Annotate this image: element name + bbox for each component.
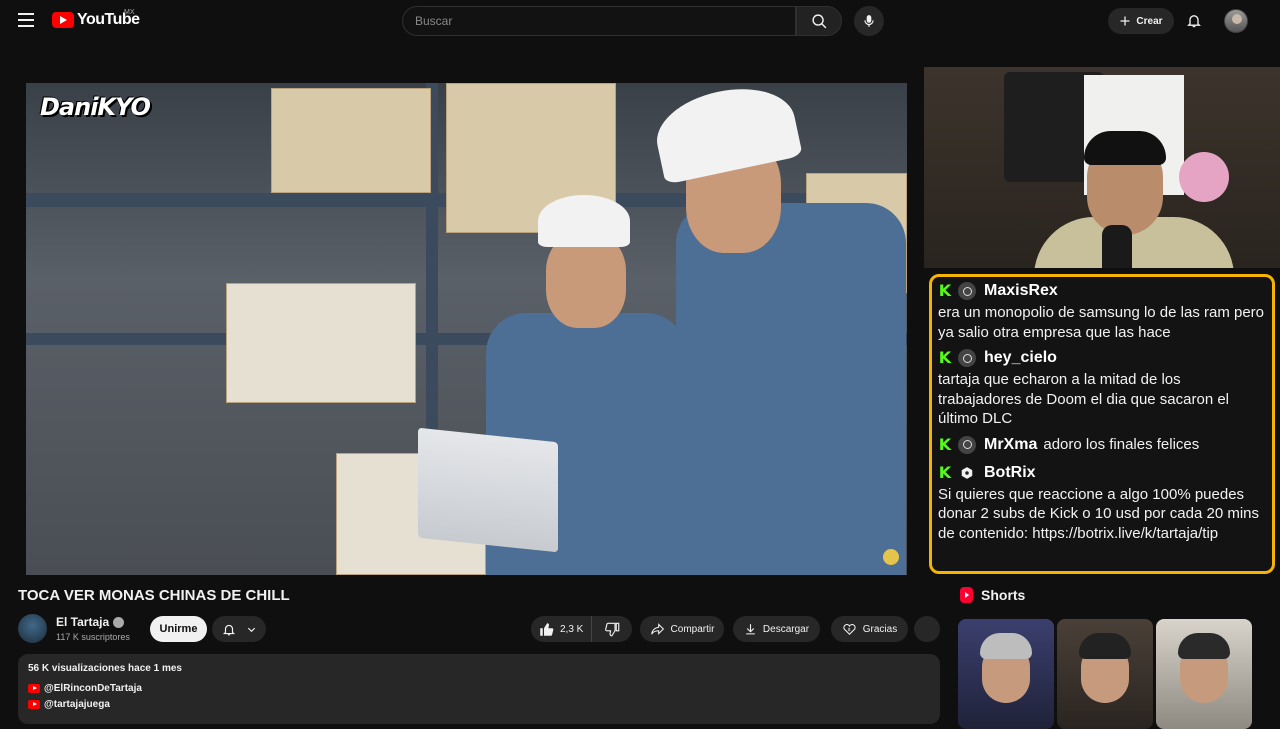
streamer-microphone <box>1102 225 1132 268</box>
search-box <box>402 6 796 36</box>
country-code: MX <box>124 9 135 16</box>
channel-mention[interactable]: @tartajajuega <box>44 699 110 710</box>
share-button[interactable]: Compartir <box>640 616 724 642</box>
worker-right <box>676 203 906 575</box>
description-link[interactable]: @ElRinconDeTartaja <box>28 683 930 694</box>
video-player[interactable]: DaniKYO <box>26 83 907 575</box>
video-title: TOCA VER MONAS CHINAS DE CHILL <box>18 587 290 604</box>
subscription-notifications-button[interactable] <box>212 616 266 642</box>
chevron-down-icon <box>247 627 255 632</box>
short-thumbnail[interactable] <box>1057 619 1153 729</box>
warehouse-boxes <box>226 283 416 403</box>
thumbs-down-icon <box>604 622 619 636</box>
shorts-icon <box>960 587 973 603</box>
view-count-date: 56 K visualizaciones hace 1 mes <box>28 663 182 674</box>
share-icon <box>650 623 664 635</box>
short-thumbnail[interactable] <box>958 619 1054 729</box>
dislike-button[interactable] <box>592 622 632 637</box>
download-label: Descargar <box>762 623 810 635</box>
worker-left-face <box>546 233 626 328</box>
thanks-button[interactable]: $ Gracias <box>831 616 908 642</box>
kick-icon: K <box>938 462 952 482</box>
stream-chat-overlay: K MaxisRex era un monopolio de samsung l… <box>929 274 1275 574</box>
search-button[interactable] <box>796 6 842 36</box>
subscriber-count: 117 K suscriptores <box>56 632 130 642</box>
join-button[interactable]: Unirme <box>150 616 207 642</box>
bell-icon <box>1187 14 1201 27</box>
plush-toy <box>1179 152 1229 202</box>
plus-icon <box>1120 16 1130 26</box>
chat-text: era un monopolio de samsung lo de las ra… <box>938 304 1265 341</box>
download-icon <box>746 624 755 635</box>
user-icon <box>958 435 976 454</box>
short-hair <box>1178 633 1230 659</box>
search-input[interactable] <box>403 7 795 35</box>
channel-watermark: DaniKYO <box>40 93 151 121</box>
search-icon <box>811 13 826 28</box>
youtube-play-icon <box>52 12 74 28</box>
verified-icon <box>113 616 125 628</box>
more-actions-button[interactable] <box>914 616 940 642</box>
channel-avatar[interactable] <box>18 614 47 643</box>
microphone-icon <box>864 15 874 27</box>
kick-icon: K <box>938 281 952 300</box>
like-dislike-group: 2,3 K <box>531 616 632 642</box>
streamer-headphones <box>1084 131 1166 165</box>
chat-username: MrXma <box>984 435 1038 453</box>
shorts-title: Shorts <box>981 587 1026 603</box>
create-button[interactable]: Crear <box>1108 8 1174 34</box>
chat-message: K hey_cielo tartaja que echaron a la mit… <box>938 346 1266 429</box>
kick-icon: K <box>938 434 952 454</box>
short-hair <box>980 633 1032 659</box>
bell-icon <box>222 624 235 635</box>
player-corner-icon <box>883 549 899 565</box>
svg-text:$: $ <box>848 627 851 632</box>
thumbs-up-icon <box>540 622 554 636</box>
top-bar: YouTube MX Crear <box>0 0 1280 42</box>
channel-name-row[interactable]: El Tartaja <box>56 615 125 629</box>
voice-search-button[interactable] <box>854 6 884 36</box>
notifications-button[interactable] <box>1184 10 1204 30</box>
user-icon <box>958 349 976 367</box>
kick-icon: K <box>938 348 952 367</box>
download-button[interactable]: Descargar <box>733 616 820 642</box>
chat-text: adoro los finales felices <box>1043 436 1200 453</box>
super-thanks-icon: $ <box>843 624 856 635</box>
user-icon <box>958 282 976 300</box>
thanks-label: Gracias <box>862 623 898 635</box>
create-label: Crear <box>1136 15 1163 27</box>
youtube-icon <box>28 684 40 693</box>
channel-mention[interactable]: @ElRinconDeTartaja <box>44 683 142 694</box>
youtube-icon <box>28 700 40 709</box>
bot-icon <box>958 464 976 482</box>
chat-message: K MrXma adoro los finales felices <box>938 433 1266 457</box>
shorts-heading: Shorts <box>960 587 1025 603</box>
streamer-webcam <box>924 67 1280 268</box>
like-button[interactable]: 2,3 K <box>531 616 592 642</box>
chat-username: MaxisRex <box>984 282 1058 299</box>
description-link[interactable]: @tartajajuega <box>28 699 930 710</box>
share-label: Compartir <box>670 623 715 635</box>
laptop <box>418 427 558 553</box>
channel-name[interactable]: El Tartaja <box>56 615 109 629</box>
menu-icon[interactable] <box>18 13 34 27</box>
chat-message: K BotRix Si quieres que reaccione a algo… <box>938 461 1266 544</box>
like-count: 2,3 K <box>560 623 584 635</box>
short-thumbnail[interactable] <box>1156 619 1252 729</box>
chat-message: K MaxisRex era un monopolio de samsung l… <box>938 279 1266 342</box>
warehouse-boxes <box>271 88 431 193</box>
description-box[interactable]: 56 K visualizaciones hace 1 mes @ElRinco… <box>18 654 940 724</box>
chat-text: tartaja que echaron a la mitad de los tr… <box>938 371 1230 427</box>
account-avatar[interactable] <box>1224 9 1248 33</box>
chat-text: Si quieres que reaccione a algo 100% pue… <box>938 485 1260 542</box>
short-hair <box>1079 633 1131 659</box>
chat-username: hey_cielo <box>984 349 1057 366</box>
worker-left-helmet <box>538 195 630 247</box>
chat-username: BotRix <box>984 463 1036 481</box>
